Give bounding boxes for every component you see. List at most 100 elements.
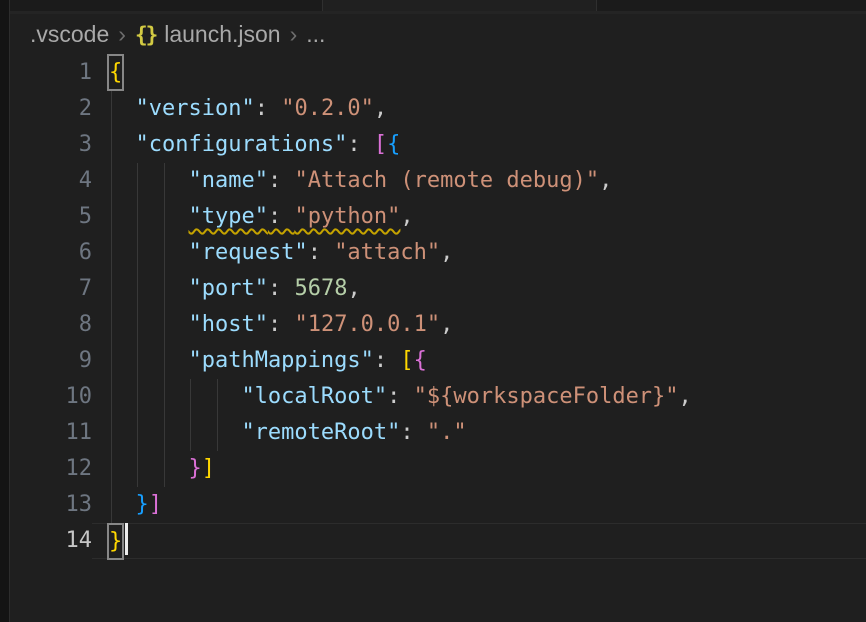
code-line-14[interactable]: 14} <box>10 523 866 559</box>
bracket-match: { <box>107 54 124 91</box>
code-token: [ <box>374 132 387 157</box>
code-line-8[interactable]: 8"host": "127.0.0.1", <box>10 307 866 343</box>
code-token: : <box>268 204 295 229</box>
code-token: "${workspaceFolder}" <box>414 384 679 409</box>
code-token: , <box>347 276 360 301</box>
code-token: : <box>308 240 335 265</box>
code-content[interactable]: "request": "attach", <box>92 235 866 271</box>
code-token: } <box>188 456 201 481</box>
code-text: "remoteRoot": "." <box>109 420 467 445</box>
breadcrumb: .vscode › {} launch.json › ... <box>10 14 866 55</box>
code-content[interactable]: }] <box>92 487 866 523</box>
code-content[interactable]: { <box>92 55 866 91</box>
code-line-4[interactable]: 4"name": "Attach (remote debug)", <box>10 163 866 199</box>
line-number[interactable]: 1 <box>10 55 92 91</box>
code-line-9[interactable]: 9 "pathMappings": [{ <box>10 343 866 379</box>
line-number[interactable]: 7 <box>10 271 92 307</box>
line-number[interactable]: 4 <box>10 163 92 199</box>
code-token: "localRoot" <box>241 384 387 409</box>
line-number[interactable]: 6 <box>10 235 92 271</box>
code-content[interactable]: "pathMappings": [{ <box>92 343 866 379</box>
code-text: "version": "0.2.0", <box>109 96 387 121</box>
panel-edge <box>0 0 10 622</box>
line-number[interactable]: 14 <box>10 523 92 559</box>
line-number[interactable]: 5 <box>10 199 92 235</box>
code-content[interactable]: "host": "127.0.0.1", <box>92 307 866 343</box>
code-token: , <box>400 204 413 229</box>
code-token: "pathMappings" <box>188 348 373 373</box>
code-token: , <box>440 240 453 265</box>
text-cursor <box>125 523 128 555</box>
code-line-5[interactable]: 5"type": "python", <box>10 199 866 235</box>
code-token: "0.2.0" <box>281 96 374 121</box>
code-line-11[interactable]: 11 "remoteRoot": "." <box>10 415 866 451</box>
code-content[interactable]: "name": "Attach (remote debug)", <box>92 163 866 199</box>
code-token: "127.0.0.1" <box>294 312 440 337</box>
line-number[interactable]: 10 <box>10 379 92 415</box>
code-token: "name" <box>188 168 267 193</box>
code-token: "version" <box>135 96 254 121</box>
code-text: "request": "attach", <box>109 240 453 265</box>
code-token: "remoteRoot" <box>241 420 400 445</box>
code-token: "Attach (remote debug)" <box>294 168 599 193</box>
breadcrumb-folder[interactable]: .vscode <box>30 21 109 48</box>
line-number[interactable]: 8 <box>10 307 92 343</box>
code-line-10[interactable]: 10 "localRoot": "${workspaceFolder}", <box>10 379 866 415</box>
tab-bar <box>10 0 866 14</box>
chevron-right-icon: › <box>281 21 307 48</box>
code-content[interactable]: "type": "python", <box>92 199 866 235</box>
code-token: : <box>400 420 427 445</box>
line-number[interactable]: 13 <box>10 487 92 523</box>
code-token: : <box>374 348 401 373</box>
code-line-13[interactable]: 13}] <box>10 487 866 523</box>
bracket-match: } <box>107 523 124 560</box>
code-content[interactable]: "version": "0.2.0", <box>92 91 866 127</box>
code-editor[interactable]: 1{2"version": "0.2.0",3"configurations":… <box>10 55 866 559</box>
line-number[interactable]: 3 <box>10 127 92 163</box>
tab-1[interactable] <box>10 0 323 11</box>
code-text: { <box>109 60 122 85</box>
code-line-1[interactable]: 1{ <box>10 55 866 91</box>
line-number[interactable]: 2 <box>10 91 92 127</box>
code-text: "pathMappings": [{ <box>109 348 427 373</box>
code-token: } <box>135 492 148 517</box>
code-token: , <box>374 96 387 121</box>
line-number[interactable]: 9 <box>10 343 92 379</box>
line-number[interactable]: 12 <box>10 451 92 487</box>
tab-3[interactable] <box>597 0 866 11</box>
code-token: : <box>387 384 414 409</box>
code-token: [ <box>400 348 413 373</box>
code-line-6[interactable]: 6 "request": "attach", <box>10 235 866 271</box>
code-line-3[interactable]: 3"configurations": [{ <box>10 127 866 163</box>
code-content[interactable]: } <box>92 523 866 559</box>
line-number[interactable]: 11 <box>10 415 92 451</box>
code-line-12[interactable]: 12}] <box>10 451 866 487</box>
code-token: , <box>440 312 453 337</box>
code-token: , <box>679 384 692 409</box>
code-text: }] <box>109 456 215 481</box>
breadcrumb-file[interactable]: launch.json <box>164 21 280 48</box>
code-token: { <box>414 348 427 373</box>
code-text: }] <box>109 492 162 517</box>
code-token: ] <box>202 456 215 481</box>
code-content[interactable]: "remoteRoot": "." <box>92 415 866 451</box>
code-token: : <box>347 132 374 157</box>
tab-2[interactable] <box>323 0 597 11</box>
code-content[interactable]: "port": 5678, <box>92 271 866 307</box>
code-token: : <box>268 312 295 337</box>
code-content[interactable]: }] <box>92 451 866 487</box>
breadcrumb-symbol[interactable]: ... <box>306 21 325 48</box>
code-token: "host" <box>188 312 267 337</box>
code-token: "python" <box>294 204 400 229</box>
code-token: "attach" <box>334 240 440 265</box>
code-content[interactable]: "configurations": [{ <box>92 127 866 163</box>
code-text: "port": 5678, <box>109 276 361 301</box>
code-text: "localRoot": "${workspaceFolder}", <box>109 384 692 409</box>
code-token: : <box>255 96 282 121</box>
code-token: "port" <box>188 276 267 301</box>
code-line-2[interactable]: 2 "version": "0.2.0", <box>10 91 866 127</box>
code-content[interactable]: "localRoot": "${workspaceFolder}", <box>92 379 866 415</box>
code-line-7[interactable]: 7 "port": 5678, <box>10 271 866 307</box>
code-token: "type" <box>188 204 267 229</box>
code-token: : <box>268 276 295 301</box>
